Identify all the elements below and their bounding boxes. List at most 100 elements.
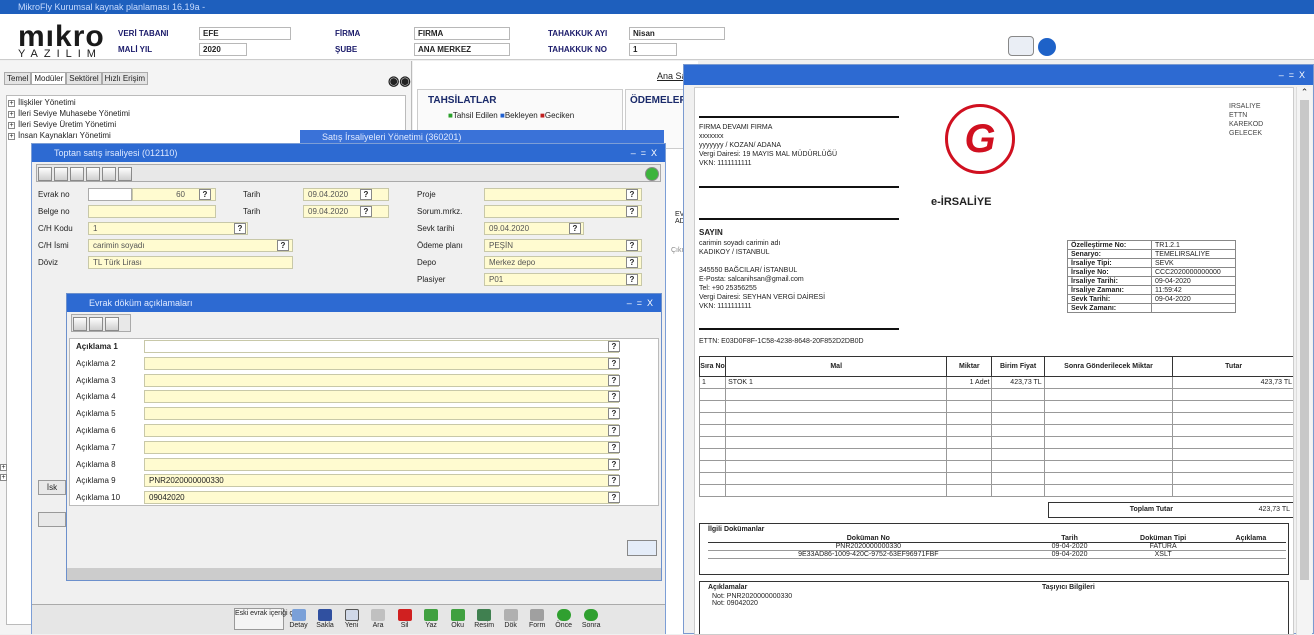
binoculars-icon[interactable]: ◉◉ — [388, 73, 411, 89]
veri-tabani-field[interactable]: EFE — [199, 27, 291, 40]
plasiyer-field[interactable]: P01 — [484, 273, 642, 286]
aciklama-row: Açıklama 9 PNR2020000000330? — [70, 473, 658, 490]
oku-button[interactable]: Oku — [446, 608, 470, 629]
yeni-button[interactable]: Yeni — [340, 608, 364, 629]
tree-item[interactable]: + İleri Seviye Üretim Yönetimi — [8, 119, 404, 130]
aciklama-row: Açıklama 3? — [70, 373, 658, 390]
once-button[interactable]: Önce — [552, 608, 576, 629]
side-button[interactable] — [38, 512, 66, 527]
toolbar-icon[interactable] — [73, 317, 87, 331]
detay-button[interactable]: Detay — [287, 608, 311, 629]
scroll-up-icon[interactable]: ⌃ — [1297, 87, 1312, 98]
save-icon[interactable] — [70, 167, 84, 181]
lookup-button[interactable]: ? — [608, 391, 620, 403]
window-controls[interactable]: – = X — [631, 144, 657, 162]
tree-item[interactable]: + İlişkiler Yönetimi — [8, 97, 404, 108]
resim-button[interactable]: Resim — [472, 608, 496, 629]
lookup-button[interactable]: ? — [608, 341, 620, 352]
evrak-seri-field[interactable] — [88, 188, 132, 201]
lookup-button[interactable]: ? — [608, 374, 620, 386]
expand-icon[interactable]: + — [8, 100, 15, 107]
tab-temel[interactable]: Temel — [4, 72, 32, 85]
lookup-button[interactable]: ? — [608, 492, 620, 504]
lookup-button[interactable]: ? — [234, 223, 246, 234]
lookup-button[interactable]: ? — [626, 240, 638, 251]
scroll-thumb[interactable] — [1300, 100, 1309, 580]
aciklama-field[interactable] — [144, 373, 619, 387]
ara-button[interactable]: Ara — [366, 608, 390, 629]
proje-field[interactable] — [484, 188, 642, 201]
lookup-button[interactable]: ? — [626, 189, 638, 200]
lookup-button[interactable]: ? — [608, 408, 620, 420]
yaz-button[interactable]: Yaz — [419, 608, 443, 629]
depo-field[interactable]: Merkez depo — [484, 256, 642, 269]
lookup-button[interactable]: ? — [608, 458, 620, 470]
window-controls[interactable]: – = X — [627, 294, 653, 312]
lookup-button[interactable]: ? — [626, 274, 638, 285]
tree-item[interactable]: + İleri Seviye Muhasebe Yönetimi — [8, 108, 404, 119]
mali-yil-field[interactable]: 2020 — [199, 43, 247, 56]
lookup-button[interactable]: ? — [608, 475, 620, 487]
expand-icon[interactable]: + — [8, 133, 15, 140]
toolbar-icon[interactable] — [38, 167, 52, 181]
stethoscope-icon[interactable] — [1008, 36, 1034, 56]
tahakkuk-no-field[interactable]: 1 — [629, 43, 677, 56]
excel-icon[interactable] — [86, 167, 100, 181]
table-row — [698, 424, 1293, 437]
aciklama-field[interactable]: PNR2020000000330 — [144, 474, 619, 488]
sube-select[interactable]: ANA MERKEZ — [414, 43, 510, 56]
status-icon[interactable] — [645, 167, 659, 181]
tarih2-field[interactable]: 09.04.2020 — [303, 205, 389, 218]
dok-button[interactable]: Dök — [499, 608, 523, 629]
isk-button[interactable]: İsk — [38, 480, 66, 495]
print-icon[interactable] — [89, 317, 103, 331]
firma-select[interactable]: FIRMA — [414, 27, 510, 40]
eski-evrak-button[interactable]: Eski evrak içeriği çağır — [234, 608, 305, 630]
sakla-button[interactable]: Sakla — [313, 608, 337, 629]
help-icon[interactable] — [118, 167, 132, 181]
save-icon[interactable] — [105, 317, 119, 331]
ch-ismi-field[interactable]: carimin soyadı — [88, 239, 293, 252]
expand-icon[interactable]: + — [8, 122, 15, 129]
lookup-button[interactable]: ? — [199, 189, 211, 200]
aciklama-field[interactable] — [144, 457, 619, 471]
belge-no-field[interactable] — [88, 205, 216, 218]
expand-icon[interactable]: + — [8, 111, 15, 118]
aciklama-field[interactable] — [144, 440, 619, 454]
tarih-field[interactable]: 09.04.2020 — [303, 188, 389, 201]
home-icon[interactable] — [102, 167, 116, 181]
lookup-button[interactable]: ? — [626, 257, 638, 268]
aciklama-field[interactable]: 09042020 — [144, 491, 619, 505]
aciklama-field[interactable] — [144, 423, 619, 437]
lookup-button[interactable]: ? — [626, 206, 638, 217]
print-icon[interactable] — [54, 167, 68, 181]
form-button[interactable]: Form — [525, 608, 549, 629]
toptan-satis-titlebar: Toptan satış irsaliyesi (012110) – = X — [32, 144, 665, 162]
menu-icon[interactable] — [1038, 38, 1056, 56]
doviz-field[interactable]: TL Türk Lirası — [88, 256, 293, 269]
tahakkuk-ayi-select[interactable]: Nisan — [629, 27, 725, 40]
calendar-button[interactable]: ? — [360, 189, 372, 200]
scrollbar[interactable]: ⌃ — [1296, 87, 1312, 635]
sil-button[interactable]: Sil — [393, 608, 417, 629]
lookup-button[interactable]: ? — [608, 357, 620, 369]
aciklama-field[interactable] — [144, 340, 619, 353]
calendar-button[interactable]: ? — [569, 223, 581, 234]
aciklama-field[interactable] — [144, 407, 619, 421]
tab-sektorel[interactable]: Sektörel — [66, 72, 102, 85]
lookup-button[interactable]: ? — [608, 441, 620, 453]
tab-hizli-erisim[interactable]: Hızlı Erişim — [101, 72, 149, 85]
aciklama-field[interactable] — [144, 390, 619, 404]
window-controls[interactable]: – = X — [1279, 65, 1305, 85]
lookup-button[interactable]: ? — [277, 240, 289, 251]
ch-kodu-field[interactable]: 1 — [88, 222, 248, 235]
aciklama-field[interactable] — [144, 356, 619, 370]
tab-moduler[interactable]: Modüler — [31, 72, 67, 85]
sorum-field[interactable] — [484, 205, 642, 218]
sonra-button[interactable]: Sonra — [578, 608, 604, 629]
calendar-button[interactable]: ? — [360, 206, 372, 217]
ok-icons[interactable] — [627, 540, 657, 556]
toplam-row: Toplam Tutar 423,73 TL — [1048, 502, 1293, 518]
odeme-field[interactable]: PEŞİN — [484, 239, 642, 252]
lookup-button[interactable]: ? — [608, 424, 620, 436]
